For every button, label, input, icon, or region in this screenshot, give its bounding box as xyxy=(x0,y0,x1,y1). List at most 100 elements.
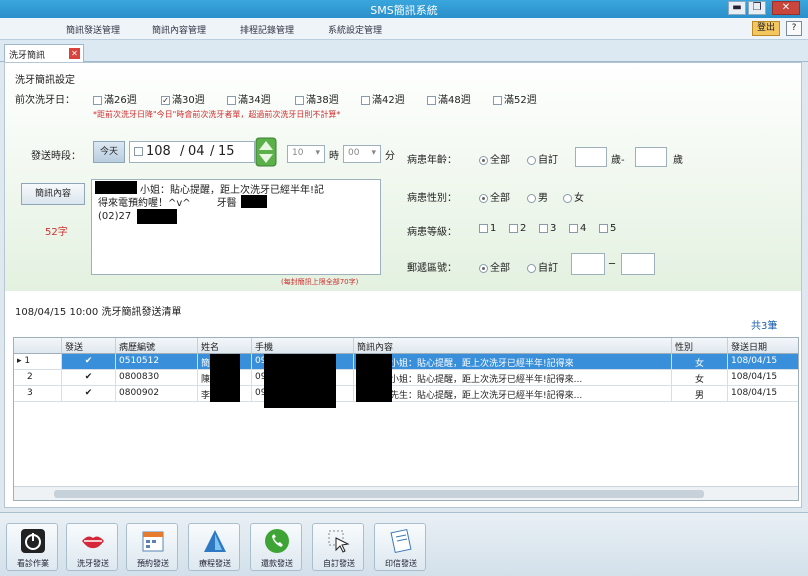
date-checkbox[interactable] xyxy=(134,147,143,156)
print-send-button[interactable]: 印信發送 xyxy=(374,523,426,571)
checkbox[interactable] xyxy=(599,223,608,233)
week-option-52[interactable]: 滿52週 xyxy=(493,91,537,106)
week-option-42[interactable]: 滿42週 xyxy=(361,91,405,106)
tab-close-icon[interactable]: ✕ xyxy=(69,48,80,59)
gender-male-radio[interactable]: 男 xyxy=(527,189,548,204)
col-date[interactable]: 發送日期 xyxy=(728,338,798,354)
age-all-radio[interactable]: 全部 xyxy=(479,151,510,166)
radio-selected[interactable] xyxy=(479,155,488,165)
age-custom-radio[interactable]: 自訂 xyxy=(527,151,558,166)
radio[interactable] xyxy=(563,193,572,203)
checkbox[interactable] xyxy=(539,223,548,233)
minimize-button[interactable]: ▬ xyxy=(728,1,746,15)
minute-select[interactable]: 00 ▾ xyxy=(343,145,381,163)
col-phone[interactable]: 手機 xyxy=(252,338,354,354)
zip-all-radio[interactable]: 全部 xyxy=(479,259,510,274)
checkbox[interactable] xyxy=(361,95,370,105)
row-header-corner xyxy=(14,338,62,354)
week-option-30[interactable]: ✓ 滿30週 xyxy=(161,91,205,106)
gender-all-radio[interactable]: 全部 xyxy=(479,189,510,204)
zip-custom-radio[interactable]: 自訂 xyxy=(527,259,558,274)
dental-cleaning-send-button[interactable]: 洗牙發送 xyxy=(66,523,118,571)
week-option-48[interactable]: 滿48週 xyxy=(427,91,471,106)
sms-line-2: 得來電預約喔！^v^ xyxy=(98,198,191,209)
level-1-checkbox[interactable]: 1 xyxy=(479,223,496,234)
week-option-38[interactable]: 滿38週 xyxy=(295,91,339,106)
gender-cell: 男 xyxy=(672,386,728,402)
col-content[interactable]: 簡訊內容 xyxy=(354,338,672,354)
hour-unit: 時 xyxy=(329,151,339,162)
sms-content-button[interactable]: 簡訊內容 xyxy=(21,183,85,205)
age-from-input[interactable] xyxy=(575,147,607,167)
redaction xyxy=(95,181,137,194)
level-5-checkbox[interactable]: 5 xyxy=(599,223,616,234)
level-4-checkbox[interactable]: 4 xyxy=(569,223,586,234)
checkbox[interactable] xyxy=(93,95,102,105)
date-cell: 108/04/15 xyxy=(728,386,798,402)
custom-send-button[interactable]: 自訂發送 xyxy=(312,523,364,571)
col-name[interactable]: 姓名 xyxy=(198,338,252,354)
checkbox[interactable] xyxy=(569,223,578,233)
level-3-checkbox[interactable]: 3 xyxy=(539,223,556,234)
radio-selected[interactable] xyxy=(479,193,488,203)
today-button[interactable]: 今天 xyxy=(93,141,125,163)
checkbox[interactable] xyxy=(227,95,236,105)
send-checkbox[interactable]: ✔ xyxy=(62,354,116,370)
menu-item-schedule[interactable]: 排程記錄管理 xyxy=(240,23,294,36)
week-note: *距前次洗牙日降"今日"時會前次洗牙者單，超過前次洗牙日則不計算* xyxy=(93,110,341,119)
radio[interactable] xyxy=(527,263,536,273)
checkbox[interactable] xyxy=(295,95,304,105)
table-row[interactable]: 2 ✔ 0800830 陳 09 小姐：貼心提醒，距上次洗牙已經半年!記得來..… xyxy=(14,370,798,386)
close-window-button[interactable]: ✕ xyxy=(772,1,800,15)
hour-select[interactable]: 10 ▾ xyxy=(287,145,325,163)
age-unit-to: 歲 xyxy=(673,155,683,166)
repayment-send-button[interactable]: 還款發送 xyxy=(250,523,302,571)
checkbox-checked[interactable]: ✓ xyxy=(161,95,170,105)
redaction xyxy=(241,195,267,208)
date-picker[interactable]: 108 / 04 / 15 xyxy=(129,141,255,163)
age-unit-from: 歲- xyxy=(611,155,625,166)
send-checkbox[interactable]: ✔ xyxy=(62,370,116,386)
zip-to-input[interactable] xyxy=(621,253,655,275)
menu-item-content[interactable]: 簡訊內容管理 xyxy=(152,23,206,36)
table-row[interactable]: ▸ 1 ✔ 0510512 簡 09 小姐：貼心提醒，距上次洗牙已經半年!記得來… xyxy=(14,354,798,370)
maximize-button[interactable]: ❐ xyxy=(748,1,766,15)
title-bar: SMS簡訊系統 ▬ ❐ ✕ xyxy=(0,0,808,18)
tab-dental-cleaning-sms[interactable]: 洗牙簡訊 ✕ xyxy=(4,44,84,62)
col-gender[interactable]: 性別 xyxy=(672,338,728,354)
appointment-send-button[interactable]: 預約發送 xyxy=(126,523,178,571)
logout-button[interactable]: 登出 xyxy=(752,21,780,36)
checkbox[interactable] xyxy=(427,95,436,105)
window-title: SMS簡訊系統 xyxy=(370,4,438,17)
date-cell: 108/04/15 xyxy=(728,370,798,386)
send-checkbox[interactable]: ✔ xyxy=(62,386,116,402)
checkbox[interactable] xyxy=(509,223,518,233)
spinner-arrows-icon[interactable] xyxy=(255,137,277,167)
power-icon xyxy=(21,529,45,553)
checkbox[interactable] xyxy=(479,223,488,233)
help-icon[interactable]: ? xyxy=(786,21,802,36)
radio-selected[interactable] xyxy=(479,263,488,273)
menu-item-settings[interactable]: 系統設定管理 xyxy=(328,23,382,36)
redaction xyxy=(137,209,177,224)
list-title: 108/04/15 10:00 洗牙簡訊發送清單 xyxy=(15,307,182,318)
checkbox[interactable] xyxy=(493,95,502,105)
horizontal-scrollbar[interactable] xyxy=(14,486,798,500)
radio[interactable] xyxy=(527,193,536,203)
gender-female-radio[interactable]: 女 xyxy=(563,189,584,204)
week-option-26[interactable]: 滿26週 xyxy=(93,91,137,106)
col-send[interactable]: 發送 xyxy=(62,338,116,354)
date-spinner[interactable] xyxy=(255,137,277,167)
radio[interactable] xyxy=(527,155,536,165)
menu-item-send[interactable]: 簡訊發送管理 xyxy=(66,23,120,36)
col-chart-no[interactable]: 病歷編號 xyxy=(116,338,198,354)
table-row[interactable]: 3 ✔ 0800902 李 09 先生：貼心提醒，距上次洗牙已經半年!記得來..… xyxy=(14,386,798,402)
checkup-button[interactable]: 看診作業 xyxy=(6,523,58,571)
sms-line-1: 小姐：貼心提醒，距上次洗牙已經半年!記 xyxy=(140,185,325,196)
age-to-input[interactable] xyxy=(635,147,667,167)
treatment-send-button[interactable]: 療程發送 xyxy=(188,523,240,571)
zip-from-input[interactable] xyxy=(571,253,605,275)
scrollbar-thumb[interactable] xyxy=(54,490,704,498)
level-2-checkbox[interactable]: 2 xyxy=(509,223,526,234)
week-option-34[interactable]: 滿34週 xyxy=(227,91,271,106)
